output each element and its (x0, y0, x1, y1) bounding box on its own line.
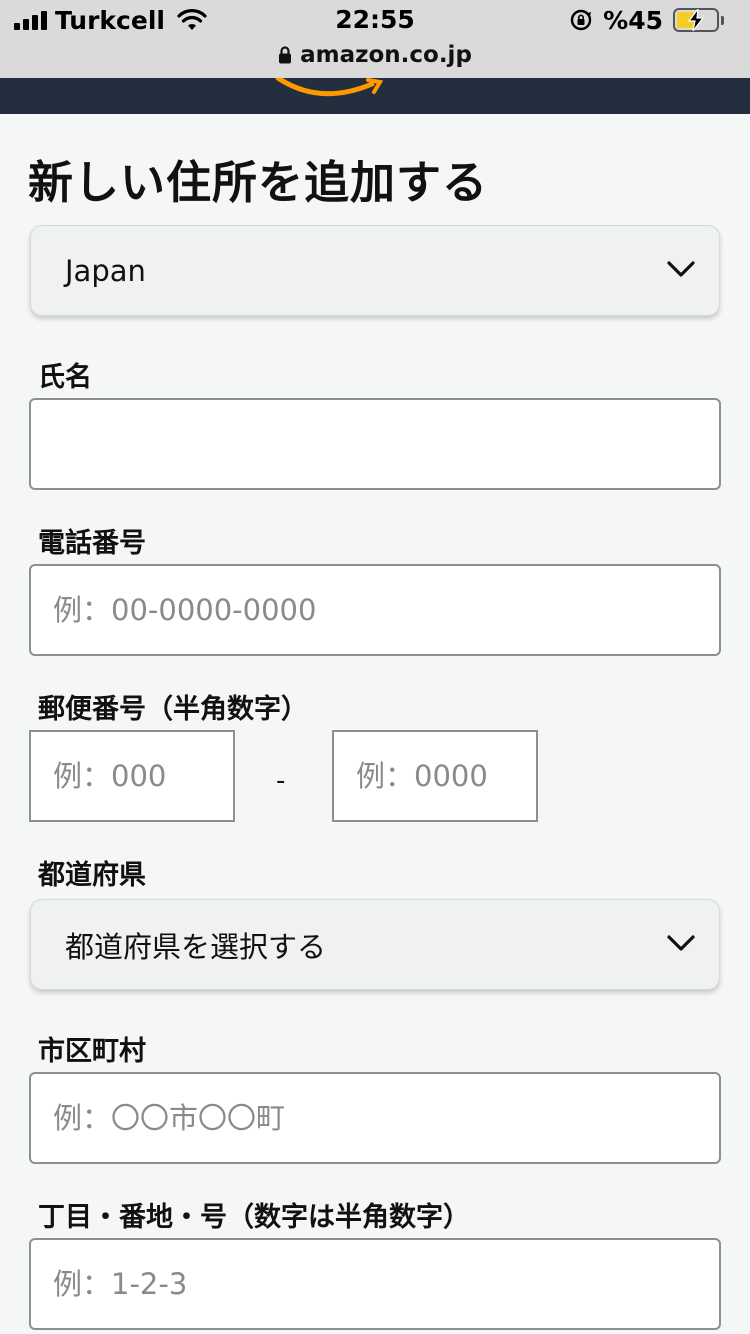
charging-bolt-icon (687, 9, 705, 31)
phone-input[interactable] (29, 564, 721, 656)
city-input[interactable] (29, 1072, 721, 1164)
rotation-lock-icon (570, 9, 592, 31)
amazon-header (0, 78, 750, 114)
postal-code-label: 郵便番号（半角数字） (38, 694, 308, 725)
battery-cap (721, 15, 724, 25)
battery-percentage: %45 (603, 5, 663, 35)
lock-icon (279, 46, 292, 64)
country-selected-value: Japan (65, 253, 146, 288)
prefecture-label: 都道府県 (38, 860, 146, 891)
amazon-smile-logo-icon[interactable] (268, 78, 408, 114)
street-address-input[interactable] (29, 1238, 721, 1330)
address-form-page: 新しい住所を追加する Japan 氏名 電話番号 郵便番号（半角数字） - 都道… (0, 114, 750, 1334)
name-input[interactable] (29, 398, 721, 490)
postal-code-separator: - (276, 766, 286, 796)
street-address-label: 丁目・番地・号（数字は半角数字） (38, 1202, 470, 1233)
prefecture-selected-value: 都道府県を選択する (65, 929, 327, 964)
battery-icon (673, 8, 719, 32)
name-label: 氏名 (38, 362, 92, 393)
page-title: 新しい住所を追加する (28, 156, 489, 209)
chevron-down-icon (667, 935, 695, 951)
prefecture-select[interactable]: 都道府県を選択する (30, 899, 720, 990)
status-right: %45 (569, 5, 724, 35)
phone-label: 電話番号 (38, 528, 146, 559)
url-text: amazon.co.jp (300, 42, 472, 68)
country-select[interactable]: Japan (30, 225, 720, 316)
city-label: 市区町村 (38, 1036, 146, 1067)
chevron-down-icon (667, 261, 695, 277)
postal-code-first-input[interactable] (29, 730, 235, 822)
address-bar[interactable]: amazon.co.jp (0, 38, 750, 72)
status-bar: Turkcell 22:55 %45 amazon.co.jp (0, 0, 750, 78)
postal-code-second-input[interactable] (332, 730, 538, 822)
